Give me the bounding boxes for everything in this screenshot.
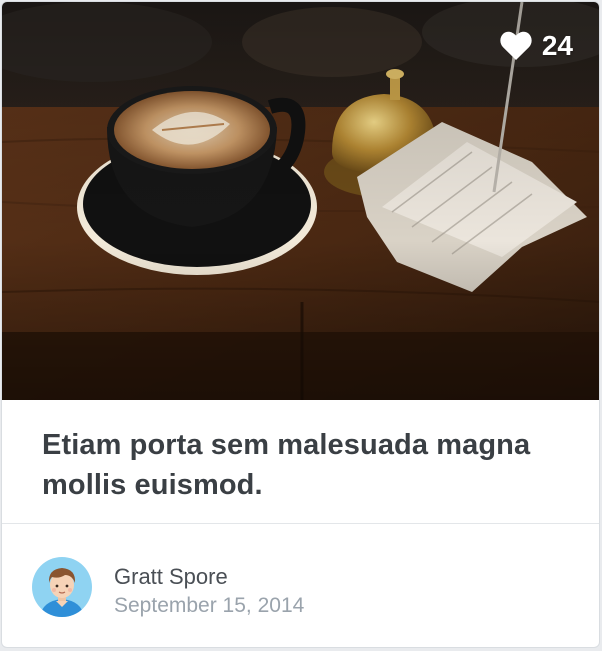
hero-image[interactable]: 24 [2,2,599,400]
heart-icon [500,31,532,60]
author-section: Gratt Spore September 15, 2014 [2,524,599,647]
avatar[interactable] [32,557,92,617]
post-title[interactable]: Etiam porta sem malesuada magna mollis e… [42,425,561,505]
author-name[interactable]: Gratt Spore [114,564,228,590]
post-title-area: Etiam porta sem malesuada magna mollis e… [2,400,599,524]
likes-count: 24 [541,30,573,61]
post-card[interactable]: 24 Etiam porta sem malesuada magna molli… [1,1,600,648]
likes-button[interactable]: 24 [500,30,573,62]
post-date: September 15, 2014 [114,594,305,617]
